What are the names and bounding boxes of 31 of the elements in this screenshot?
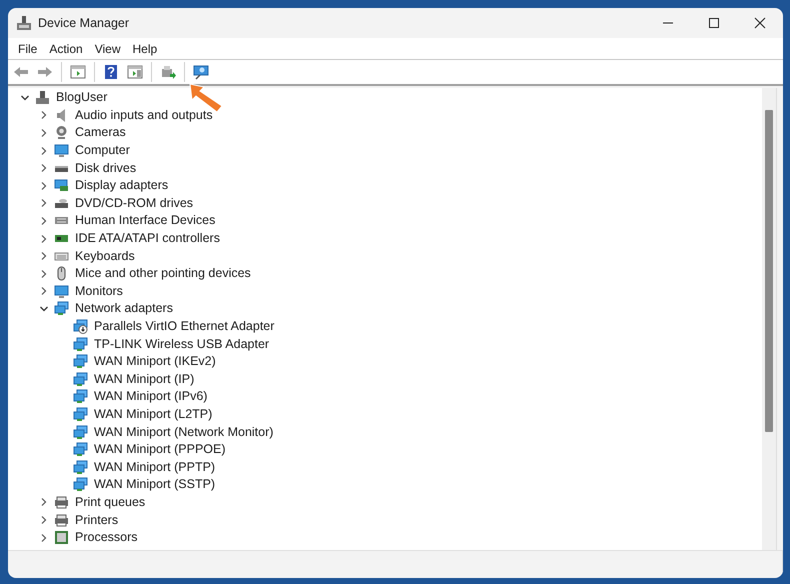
tree-item[interactable]: Keyboards [72,248,135,264]
tree-item[interactable]: WAN Miniport (L2TP) [91,406,212,422]
menu-item[interactable]: View [88,38,126,58]
tree-item[interactable]: WAN Miniport (Network Monitor) [91,424,274,440]
tree-item[interactable]: Computer [72,143,130,158]
tree-item[interactable]: Processors [72,530,138,546]
tree-item[interactable]: DVD/CD-ROM drives [72,196,194,211]
tree-item[interactable]: Parallels VirtIO Ethernet Adapter [91,319,274,334]
tree-item[interactable]: Printers [72,512,118,528]
menu-item[interactable]: File [12,38,44,58]
tree-item[interactable]: WAN Miniport (SSTP) [91,477,216,492]
tree-item[interactable]: Monitors [72,284,123,299]
tree-item[interactable]: WAN Miniport (IP) [91,372,194,387]
window-title: Device Manager [38,14,130,32]
tree-item[interactable]: Cameras [72,125,126,140]
tree-item[interactable]: WAN Miniport (IKEv2) [91,354,216,370]
tree-item[interactable]: Mice and other pointing devices [72,266,251,282]
tree-item[interactable]: Display adapters [72,178,168,194]
menu-item[interactable]: Help [126,38,164,58]
tree-item[interactable]: TP-LINK Wireless USB Adapter [91,336,270,352]
tree-item[interactable]: Disk drives [72,160,136,176]
tree-item[interactable]: Audio inputs and outputs [72,108,213,123]
tree-item[interactable]: BlogUser [53,90,108,106]
tree-item[interactable]: Human Interface Devices [72,213,216,228]
menu-item[interactable]: Action [43,38,89,58]
tree-item[interactable]: IDE ATA/ATAPI controllers [72,231,220,246]
tree-item[interactable]: WAN Miniport (PPTP) [91,460,216,475]
tree-item[interactable]: Network adapters [72,301,173,316]
tree-item[interactable]: Print queues [72,494,146,510]
tree-item[interactable]: WAN Miniport (IPv6) [91,389,208,404]
tree-item[interactable]: WAN Miniport (PPPOE) [91,442,226,458]
